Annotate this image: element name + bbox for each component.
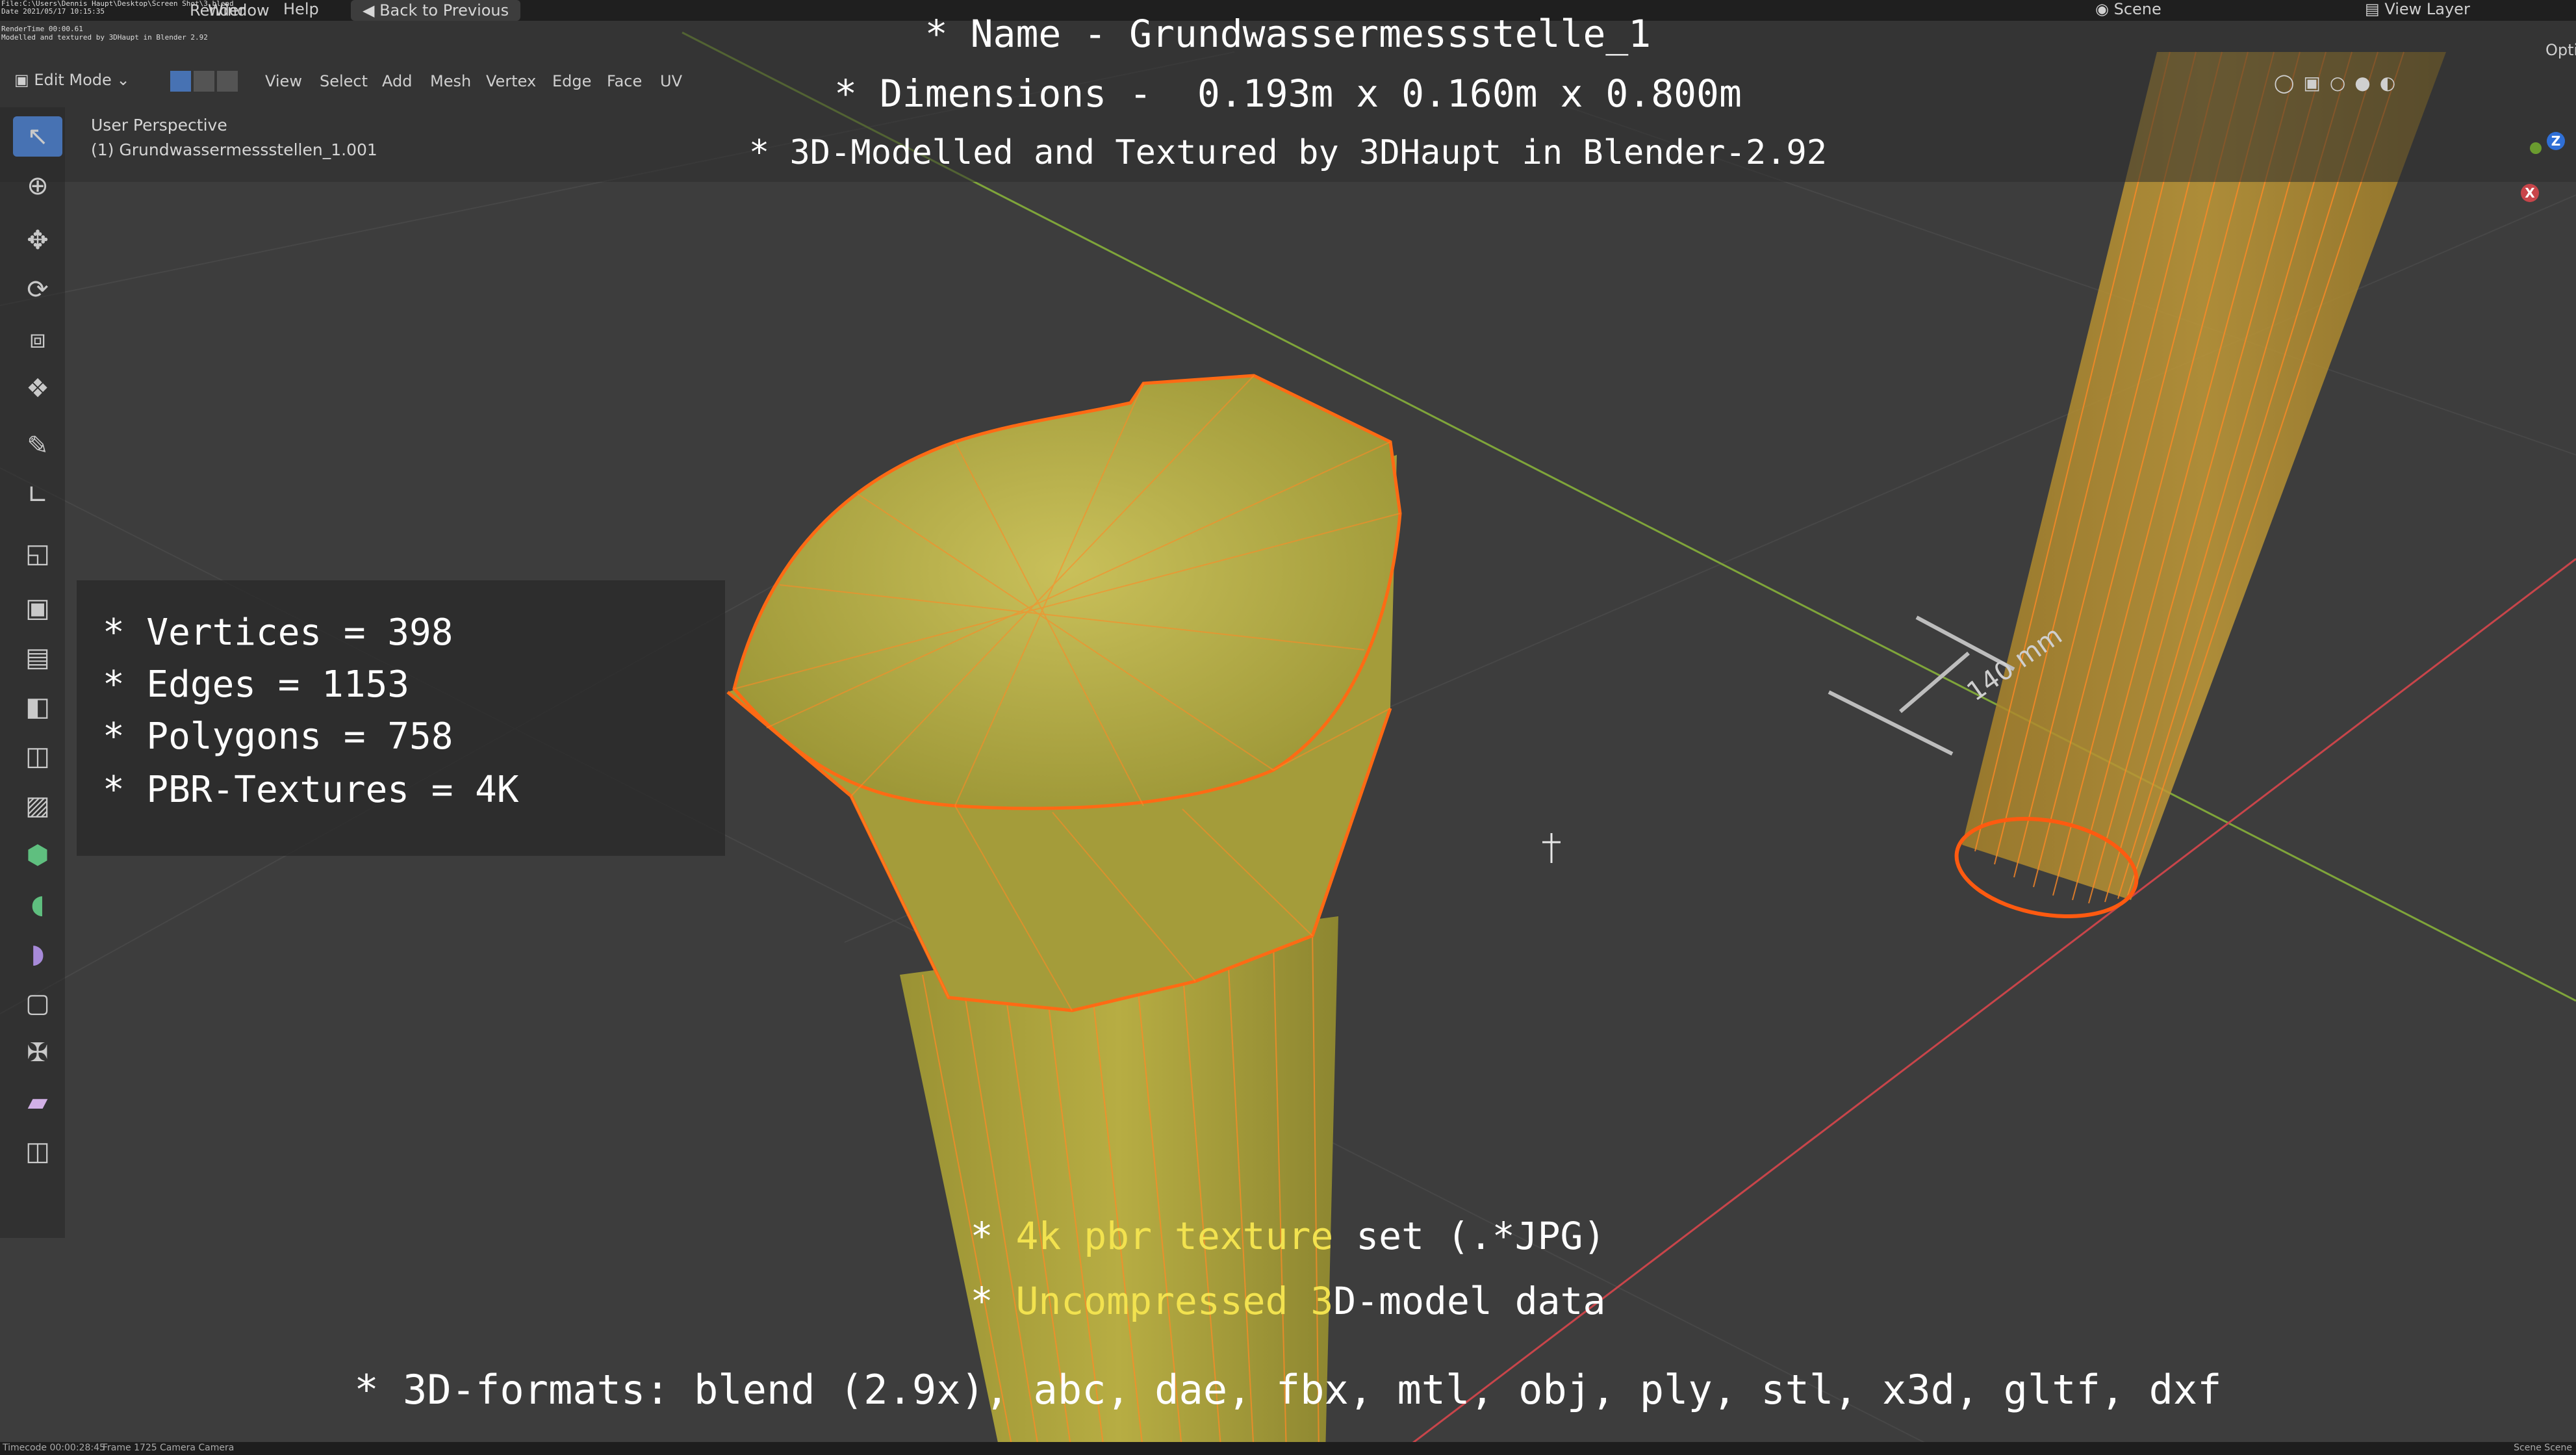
bevel-tool-icon[interactable]: ◧ bbox=[13, 687, 62, 727]
move-tool-icon[interactable]: ✥ bbox=[13, 220, 62, 261]
annotate-tool-icon[interactable]: ✎ bbox=[13, 426, 62, 466]
status-scene: Scene Scene bbox=[2514, 1443, 2572, 1453]
edge-slide-tool-icon[interactable]: ▢ bbox=[13, 983, 62, 1024]
inset-tool-icon[interactable]: ▤ bbox=[13, 637, 62, 678]
feature-line-data-suffix: D-model data bbox=[1333, 1279, 1606, 1323]
feature-line-data: * Uncompressed 3D-model data bbox=[0, 1279, 2576, 1323]
stat-edges: * Edges = 1153 bbox=[103, 663, 410, 706]
smooth-tool-icon[interactable]: ◗ bbox=[13, 934, 62, 974]
stat-polygons: * Polygons = 758 bbox=[103, 715, 453, 758]
perspective-label: User Perspective bbox=[91, 116, 227, 135]
shear-tool-icon[interactable]: ▰ bbox=[13, 1082, 62, 1122]
feature-line-data-prefix: * bbox=[970, 1279, 1016, 1323]
scale-tool-icon[interactable]: ⧈ bbox=[13, 319, 62, 359]
stat-textures: * PBR-Textures = 4K bbox=[103, 769, 519, 811]
measure-tool-icon[interactable]: ∟ bbox=[13, 475, 62, 515]
add-cube-tool-icon[interactable]: ◱ bbox=[13, 534, 62, 574]
transform-tool-icon[interactable]: ❖ bbox=[13, 368, 62, 409]
loop-cut-tool-icon[interactable]: ◫ bbox=[13, 736, 62, 777]
rip-region-tool-icon[interactable]: ◫ bbox=[13, 1131, 62, 1172]
extrude-tool-icon[interactable]: ▣ bbox=[13, 588, 62, 628]
shrink-fatten-tool-icon[interactable]: ✠ bbox=[13, 1033, 62, 1073]
mesh-stats-panel: * Vertices = 398 * Edges = 1153 * Polygo… bbox=[77, 580, 725, 856]
model-name-line: * Name - Grundwassermessstelle_1 bbox=[925, 12, 1651, 56]
status-bar: Timecode 00:00:28:45 Frame 1725 Camera C… bbox=[0, 1442, 2576, 1455]
model-dimensions-line: * Dimensions - 0.193m x 0.160m x 0.800m bbox=[834, 71, 1742, 116]
status-timecode: Timecode 00:00:28:45 bbox=[3, 1443, 105, 1453]
model-credit-line: * 3D-Modelled and Textured by 3DHaupt in… bbox=[748, 133, 1828, 172]
poly-build-tool-icon[interactable]: ⬢ bbox=[13, 835, 62, 875]
rotate-tool-icon[interactable]: ⟳ bbox=[13, 270, 62, 310]
gizmo-x-axis[interactable]: X bbox=[2521, 184, 2539, 202]
spin-tool-icon[interactable]: ◖ bbox=[13, 884, 62, 925]
feature-line-data-highlight: Uncompressed 3 bbox=[1015, 1279, 1334, 1323]
feature-line-textures-prefix: * bbox=[970, 1214, 1016, 1258]
formats-line: * 3D-formats: blend (2.9x), abc, dae, fb… bbox=[354, 1366, 2222, 1413]
tool-shelf: ↖ ⊕ ✥ ⟳ ⧈ ❖ ✎ ∟ ◱ ▣ ▤ ◧ ◫ ▨ ⬢ ◖ ◗ ▢ ✠ ▰ … bbox=[0, 107, 65, 1238]
knife-tool-icon[interactable]: ▨ bbox=[13, 786, 62, 826]
status-frame: Frame 1725 bbox=[103, 1443, 157, 1453]
stat-vertices: * Vertices = 398 bbox=[103, 612, 453, 654]
feature-line-textures: * 4k pbr texture set (.*JPG) bbox=[0, 1214, 2576, 1258]
feature-line-textures-highlight: 4k pbr texture bbox=[1015, 1214, 1334, 1258]
status-camera: Camera Camera bbox=[160, 1443, 235, 1453]
feature-line-textures-suffix: set (.*JPG) bbox=[1333, 1214, 1606, 1258]
